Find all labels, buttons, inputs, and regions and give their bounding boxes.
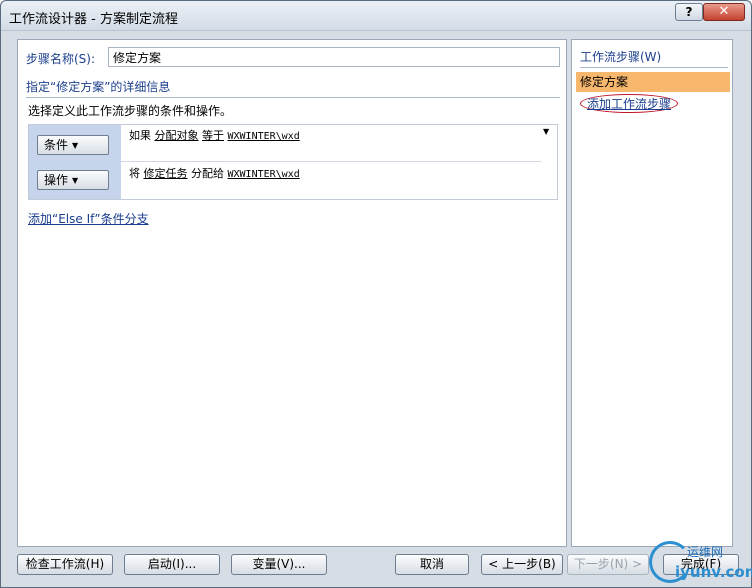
step-name-label: 步骤名称(S): bbox=[26, 52, 96, 66]
cancel-button[interactable]: 取消 bbox=[395, 554, 469, 575]
add-workflow-step-link[interactable]: 添加工作流步骤 bbox=[580, 94, 679, 113]
watermark-top-text: 运维网 bbox=[687, 545, 724, 559]
rule-button-column: 条件 ▼ 操作 ▼ bbox=[29, 125, 121, 199]
condition-sentence: 如果 分配对象 等于 WXWINTER\wxd bbox=[129, 127, 300, 143]
window-title: 工作流设计器 - 方案制定流程 bbox=[9, 12, 178, 27]
initiation-button[interactable]: 启动(I)... bbox=[124, 554, 220, 575]
condition-menu-arrow-icon[interactable]: ▼ bbox=[543, 127, 549, 136]
action-button-label: 操作 bbox=[44, 173, 69, 187]
condition-operator-link[interactable]: 等于 bbox=[202, 129, 224, 142]
watermark-logo: 运维网 iyunv.com bbox=[645, 541, 752, 587]
step-name-input[interactable] bbox=[108, 47, 560, 67]
step-editor-panel: 步骤名称(S): 指定“修定方案”的详细信息 选择定义此工作流步骤的条件和操作。… bbox=[17, 39, 567, 547]
details-section-title: 指定“修定方案”的详细信息 bbox=[26, 78, 560, 98]
next-button: 下一步(N) > bbox=[567, 554, 649, 575]
add-else-if-link[interactable]: 添加“Else If”条件分支 bbox=[28, 210, 149, 227]
dropdown-arrow-icon: ▼ bbox=[72, 175, 79, 185]
action-verb: 分配给 bbox=[191, 167, 224, 180]
condition-action-block: 条件 ▼ 操作 ▼ 如果 分配对象 等于 WXWINTER\wxd ▼ 将 修定任务… bbox=[28, 124, 558, 200]
help-button[interactable]: ? bbox=[675, 3, 703, 21]
workflow-steps-panel: 工作流步骤(W) 修定方案 添加工作流步骤 bbox=[571, 39, 733, 547]
dropdown-arrow-icon: ▼ bbox=[72, 140, 79, 150]
condition-button-label: 条件 bbox=[44, 138, 69, 152]
condition-button[interactable]: 条件 ▼ bbox=[37, 135, 109, 155]
title-bar: 工作流设计器 - 方案制定流程 ? ✕ bbox=[1, 1, 751, 31]
condition-field-link[interactable]: 分配对象 bbox=[155, 129, 199, 142]
workflow-designer-window: 工作流设计器 - 方案制定流程 ? ✕ 步骤名称(S): 指定“修定方案”的详细… bbox=[0, 0, 752, 588]
back-button[interactable]: < 上一步(B) bbox=[481, 554, 563, 575]
variables-button[interactable]: 变量(V)... bbox=[231, 554, 327, 575]
action-prefix: 将 bbox=[129, 167, 140, 180]
action-sentence: 将 修定任务 分配给 WXWINTER\wxd bbox=[129, 165, 300, 181]
close-button[interactable]: ✕ bbox=[703, 3, 745, 21]
step-item-selected[interactable]: 修定方案 bbox=[576, 72, 730, 92]
action-value-link[interactable]: WXWINTER\wxd bbox=[228, 169, 300, 180]
condition-prefix: 如果 bbox=[129, 129, 151, 142]
instruction-text: 选择定义此工作流步骤的条件和操作。 bbox=[28, 104, 233, 118]
watermark-bottom-text: iyunv.com bbox=[675, 563, 752, 581]
action-field-link[interactable]: 修定任务 bbox=[144, 167, 188, 180]
rule-separator bbox=[121, 161, 541, 162]
action-button[interactable]: 操作 ▼ bbox=[37, 170, 109, 190]
workflow-steps-title: 工作流步骤(W) bbox=[580, 48, 728, 68]
check-workflow-button[interactable]: 检查工作流(H) bbox=[17, 554, 113, 575]
condition-value-link[interactable]: WXWINTER\wxd bbox=[228, 131, 300, 142]
